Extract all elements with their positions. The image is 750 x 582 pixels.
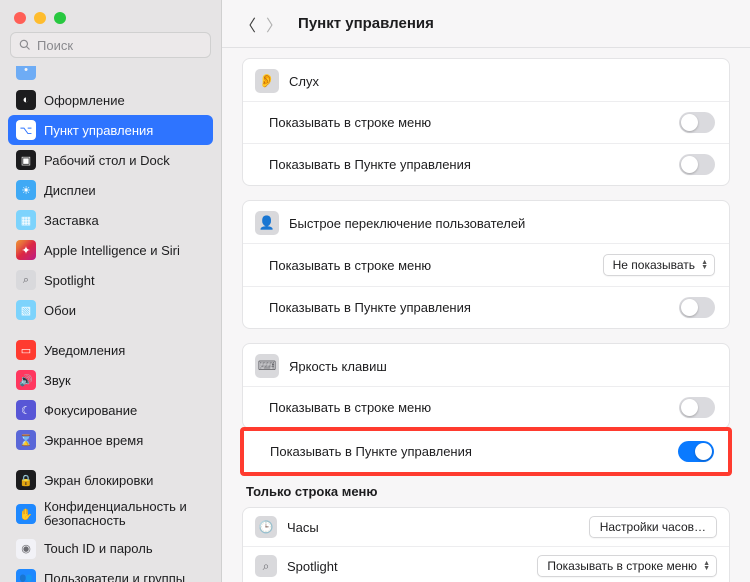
menubar-only-heading: Только строка меню [246, 484, 726, 499]
sidebar-item-spotlight[interactable]: ⌕ Spotlight [8, 265, 213, 295]
search-icon [19, 39, 31, 51]
row-kb-cc: Показывать в Пункте управления [244, 431, 728, 472]
sidebar-item-notifications[interactable]: ▭ Уведомления [8, 335, 213, 365]
toggle-hearing-cc[interactable] [679, 154, 715, 175]
sidebar-item-users[interactable]: 👥 Пользователи и группы [8, 564, 213, 582]
privacy-icon: ✋ [16, 504, 36, 524]
section-fast-user-switching: 👤 Быстрое переключение пользователей Пок… [242, 200, 730, 329]
row-fus-cc: Показывать в Пункте управления [243, 286, 729, 328]
spotlight-menu-icon: ⌕ [255, 555, 277, 577]
header: 〈 〉 Пункт управления [222, 0, 750, 48]
spotlight-icon: ⌕ [16, 270, 36, 290]
generic-icon: • [16, 66, 36, 80]
touch-id-icon: ◉ [16, 539, 36, 559]
screen-time-icon: ⌛ [16, 430, 36, 450]
sidebar-item-partial[interactable]: • — [8, 66, 213, 85]
row-fus-menubar: Показывать в строке меню Не показывать ▲… [243, 243, 729, 286]
section-keyboard-brightness: ⌨ Яркость клавиш Показывать в строке мен… [242, 343, 730, 429]
close-window-button[interactable] [14, 12, 26, 24]
forward-button[interactable]: 〉 [266, 12, 282, 36]
row-spotlight: ⌕ Spotlight Показывать в строке меню ▲▼ [243, 546, 729, 582]
clock-icon: 🕒 [255, 516, 277, 538]
highlight-callout: Показывать в Пункте управления [240, 427, 732, 476]
siri-icon: ✦ [16, 240, 36, 260]
clock-options-button[interactable]: Настройки часов… [589, 516, 717, 538]
main-pane: 〈 〉 Пункт управления 👂 Слух Показывать в… [222, 0, 750, 582]
chevron-updown-icon: ▲▼ [703, 561, 710, 571]
row-kb-menubar: Показывать в строке меню [243, 386, 729, 428]
window-controls [0, 0, 221, 32]
toggle-kb-cc[interactable] [678, 441, 714, 462]
section-title: Быстрое переключение пользователей [289, 216, 525, 231]
sidebar-item-sound[interactable]: 🔊 Звук [8, 365, 213, 395]
wallpaper-icon: ▧ [16, 300, 36, 320]
appearance-icon: ◐ [16, 90, 36, 110]
lock-screen-icon: 🔒 [16, 470, 36, 490]
search-input[interactable]: Поиск [10, 32, 211, 58]
row-hearing-cc: Показывать в Пункте управления [243, 143, 729, 185]
hearing-icon: 👂 [255, 69, 279, 93]
page-title: Пункт управления [298, 15, 434, 32]
section-menubar-only: 🕒 Часы Настройки часов… ⌕ Spotlight Пока… [242, 507, 730, 582]
focus-icon: ☾ [16, 400, 36, 420]
dock-icon: ▣ [16, 150, 36, 170]
screensaver-icon: ▦ [16, 210, 36, 230]
section-title: Яркость клавиш [289, 359, 387, 374]
sidebar-item-apple-intelligence[interactable]: ✦ Apple Intelligence и Siri [8, 235, 213, 265]
toggle-kb-menubar[interactable] [679, 397, 715, 418]
sidebar-item-screensaver[interactable]: ▦ Заставка [8, 205, 213, 235]
sidebar-item-focus[interactable]: ☾ Фокусирование [8, 395, 213, 425]
toggle-fus-cc[interactable] [679, 297, 715, 318]
sidebar-item-control-center[interactable]: ⌥ Пункт управления [8, 115, 213, 145]
select-spotlight-menubar[interactable]: Показывать в строке меню ▲▼ [537, 555, 717, 577]
users-icon: 👥 [16, 569, 36, 582]
select-fus-menubar[interactable]: Не показывать ▲▼ [603, 254, 715, 276]
row-clock: 🕒 Часы Настройки часов… [243, 508, 729, 546]
sidebar-item-touch-id[interactable]: ◉ Touch ID и пароль [8, 534, 213, 564]
sidebar-item-lock-screen[interactable]: 🔒 Экран блокировки [8, 465, 213, 495]
keyboard-brightness-icon: ⌨ [255, 354, 279, 378]
back-button[interactable]: 〈 [240, 12, 256, 36]
minimize-window-button[interactable] [34, 12, 46, 24]
sidebar-item-privacy[interactable]: ✋ Конфиденциальность и безопасность [8, 495, 213, 534]
toggle-hearing-menubar[interactable] [679, 112, 715, 133]
sidebar-item-desktop-dock[interactable]: ▣ Рабочий стол и Dock [8, 145, 213, 175]
sidebar-nav: • — ◐ Оформление ⌥ Пункт управления ▣ Ра… [0, 66, 221, 582]
fullscreen-window-button[interactable] [54, 12, 66, 24]
section-hearing: 👂 Слух Показывать в строке меню Показыва… [242, 58, 730, 186]
control-center-icon: ⌥ [16, 120, 36, 140]
displays-icon: ☀ [16, 180, 36, 200]
sidebar-item-appearance[interactable]: ◐ Оформление [8, 85, 213, 115]
sound-icon: 🔊 [16, 370, 36, 390]
sidebar-item-wallpaper[interactable]: ▧ Обои [8, 295, 213, 325]
sidebar-item-displays[interactable]: ☀ Дисплеи [8, 175, 213, 205]
chevron-updown-icon: ▲▼ [701, 260, 708, 270]
sidebar-item-screen-time[interactable]: ⌛ Экранное время [8, 425, 213, 455]
content: 👂 Слух Показывать в строке меню Показыва… [222, 48, 750, 582]
notifications-icon: ▭ [16, 340, 36, 360]
row-hearing-menubar: Показывать в строке меню [243, 101, 729, 143]
user-switch-icon: 👤 [255, 211, 279, 235]
sidebar: Поиск • — ◐ Оформление ⌥ Пункт управлени… [0, 0, 222, 582]
section-title: Слух [289, 74, 319, 89]
search-placeholder: Поиск [37, 38, 73, 53]
